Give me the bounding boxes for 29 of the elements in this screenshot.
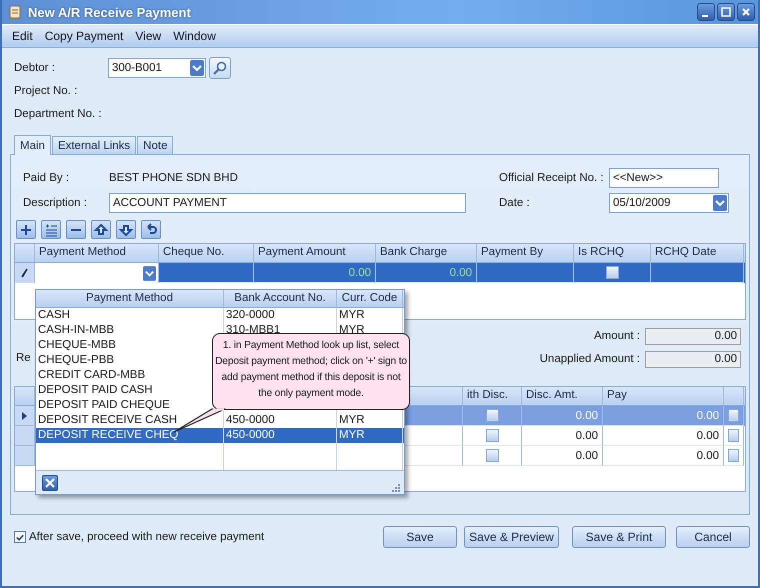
- unapplied-amount-field: 0.00: [645, 350, 741, 368]
- table-cell: 0.00: [522, 426, 603, 446]
- field-label: Official Receipt No. :: [499, 172, 605, 184]
- field-label: Amount :: [594, 330, 640, 342]
- field-label: Debtor :: [14, 62, 56, 74]
- callout-tooltip: 1. in Payment Method look up list, select Deposit payment method; click on '+' sign to add payment method if this deposit is not the only payment mode.: [212, 333, 410, 410]
- table-cell: 450-0000: [224, 428, 337, 444]
- table-cell: 320-0000: [224, 308, 337, 324]
- table-cell: 0.00: [254, 263, 376, 283]
- field-label: Paid By :: [23, 172, 70, 184]
- field-label: Project No. :: [14, 84, 78, 96]
- table-cell: 0.00: [376, 263, 477, 283]
- field-label: Department No. :: [14, 108, 102, 120]
- checkbox-label: After save, proceed with new receive payment: [29, 531, 264, 543]
- table-cell: MYR: [337, 428, 403, 444]
- field-label: Re: [16, 352, 31, 364]
- window-title: New A/R Receive Payment: [28, 4, 191, 20]
- table-cell: 0.00: [603, 446, 724, 466]
- field-label: Description :: [23, 196, 88, 208]
- amount-field: 0.00: [645, 328, 741, 344]
- table-cell: 0.00: [603, 426, 724, 446]
- table-cell: CASH: [36, 308, 224, 324]
- table-cell: 0.00: [522, 406, 603, 426]
- table-cell: MYR: [337, 308, 403, 324]
- paid-by-value: BEST PHONE SDN BHD: [109, 172, 239, 184]
- table-cell: 0.00: [522, 446, 603, 466]
- table-cell: 0.00: [603, 406, 724, 426]
- field-label: Unapplied Amount :: [540, 353, 640, 365]
- field-label: Date :: [499, 196, 531, 208]
